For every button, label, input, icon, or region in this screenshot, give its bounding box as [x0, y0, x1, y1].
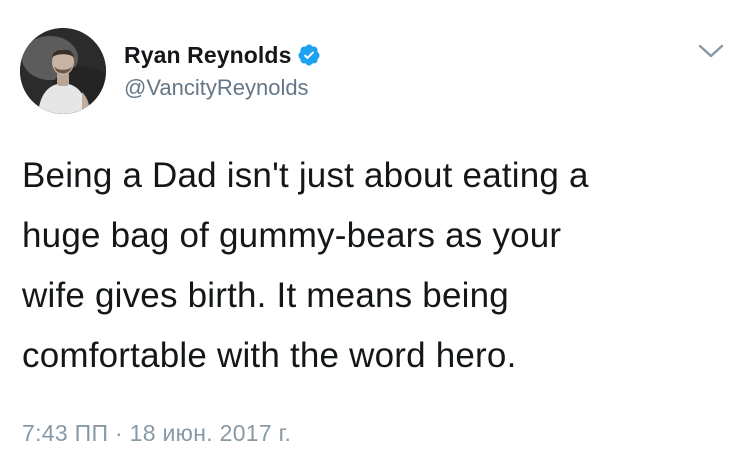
verified-badge-icon [297, 43, 321, 67]
tweet-text-line: comfortable with the word hero. [22, 336, 517, 375]
tweet-text-line: wife gives birth. It means being [22, 276, 509, 315]
tweet-text: Being a Dad isn't just about eating a hu… [22, 146, 722, 386]
chevron-down-icon[interactable] [696, 40, 726, 62]
author-name-row: Ryan Reynolds [124, 40, 321, 70]
tweet-text-line: Being a Dad isn't just about eating a [22, 156, 589, 195]
author-display-name[interactable]: Ryan Reynolds [124, 42, 291, 69]
tweet-card: Ryan Reynolds @VancityReynolds Being a D… [0, 0, 750, 474]
avatar[interactable] [20, 28, 106, 114]
tweet-text-line: huge bag of gummy-bears as your [22, 216, 562, 255]
author-handle[interactable]: @VancityReynolds [124, 75, 309, 101]
tweet-timestamp[interactable]: 7:43 ПП · 18 июн. 2017 г. [22, 420, 291, 447]
avatar-photo-icon [20, 28, 106, 114]
